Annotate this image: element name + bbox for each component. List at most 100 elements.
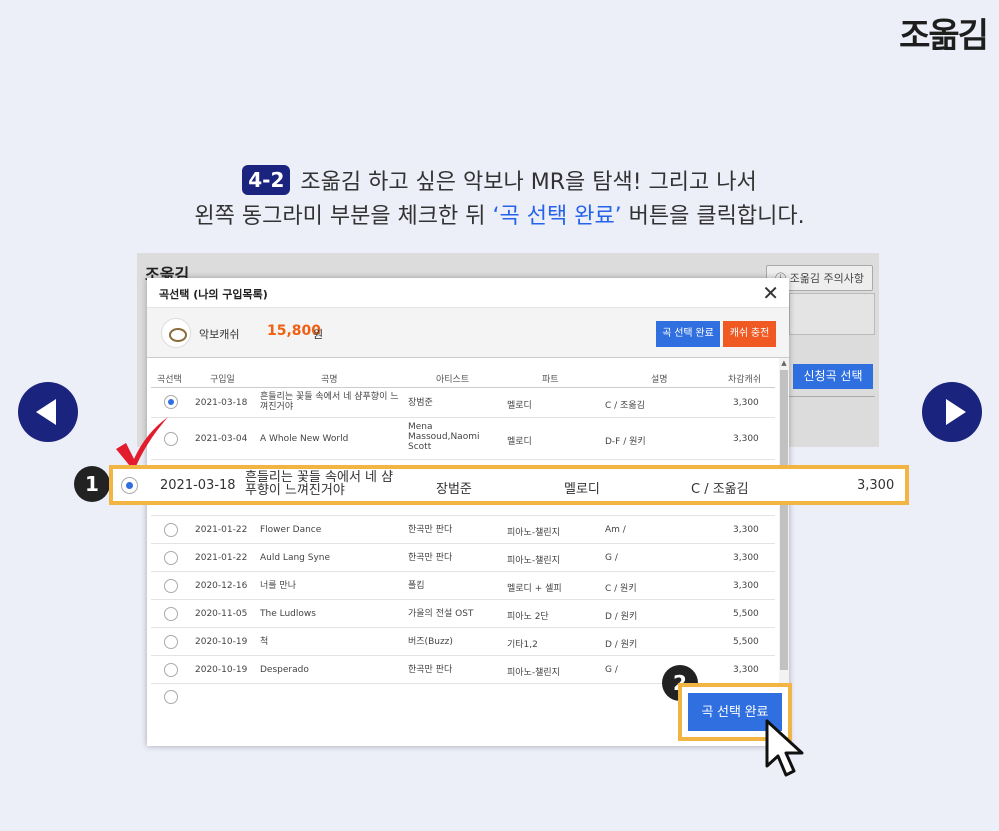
- table-row[interactable]: 2020-10-19 척 버즈(Buzz) 기타1,2 D / 원키 5,500: [151, 628, 775, 656]
- instruction-text: 4-2 조옮김 하고 싶은 악보나 MR을 탐색! 그리고 나서 왼쪽 동그라미 …: [0, 165, 999, 234]
- scroll-thumb[interactable]: [780, 370, 788, 670]
- selected-row-callout[interactable]: 2021-03-18 흔들리는 꽃들 속에서 네 샴푸향이 느껴진거야 장범준 …: [109, 465, 909, 505]
- column-header-price: 차감캐쉬: [728, 375, 762, 385]
- song-part: 멜로디 + 셀피: [507, 584, 562, 594]
- song-radio-button[interactable]: [164, 395, 178, 409]
- song-radio-button[interactable]: [121, 477, 138, 494]
- song-radio-button[interactable]: [164, 635, 178, 649]
- column-header-title: 곡명: [321, 375, 338, 385]
- coin-icon: [161, 318, 191, 348]
- purchase-date: 2020-10-19: [195, 637, 248, 647]
- step-1-badge: 1: [74, 466, 110, 502]
- song-artist: 가을의 전설 OST: [408, 609, 474, 619]
- song-part: 기타1,2: [507, 640, 538, 650]
- song-desc: Am /: [605, 525, 626, 535]
- purchase-date: 2021-01-22: [195, 525, 248, 535]
- prev-slide-arrow-icon[interactable]: [18, 382, 78, 442]
- song-artist: 한곡만 판다: [408, 525, 453, 535]
- callout-date: 2021-03-18: [160, 478, 236, 493]
- next-slide-arrow-icon[interactable]: [922, 382, 982, 442]
- instruction-line-1-text: 조옮김 하고 싶은 악보나 MR을 탐색! 그리고 나서: [300, 170, 757, 195]
- song-part: 멜로디: [507, 401, 532, 411]
- song-desc: D / 원키: [605, 612, 638, 622]
- purchase-date: 2020-10-19: [195, 665, 248, 675]
- instruction-line-2-after: 버튼을 클릭합니다.: [621, 204, 805, 229]
- mouse-cursor-icon: [765, 719, 804, 777]
- song-desc: C / 원키: [605, 584, 637, 594]
- song-artist: 한곡만 판다: [408, 665, 453, 675]
- song-price: 3,300: [733, 553, 759, 563]
- cash-bar: 악보캐쉬 15,800 원 곡 선택 완료 캐쉬 충전: [147, 308, 789, 358]
- song-title: 너를 만나: [260, 581, 296, 591]
- song-radio-button[interactable]: [164, 690, 178, 704]
- table-row[interactable]: 2020-12-16 너를 만나 폴킴 멜로디 + 셀피 C / 원키 3,30…: [151, 572, 775, 600]
- cash-unit: 원: [313, 328, 324, 341]
- column-header-artist: 아티스트: [436, 375, 470, 385]
- column-header-select: 곡선택: [157, 375, 182, 385]
- background-input-box: [789, 293, 875, 335]
- song-price: 5,500: [733, 637, 759, 647]
- cash-label: 악보캐쉬: [199, 328, 240, 341]
- song-artist: Mena Massoud,Naomi Scott: [408, 422, 480, 452]
- close-icon[interactable]: ✕: [762, 281, 779, 305]
- song-title: 흔들리는 꽃들 속에서 네 샴푸향이 느껴진거야: [260, 392, 399, 412]
- callout-desc: C / 조옮김: [691, 482, 749, 497]
- instruction-highlight: ‘곡 선택 완료’: [492, 204, 622, 229]
- song-desc: D / 원키: [605, 640, 638, 650]
- purchase-date: 2020-11-05: [195, 609, 248, 619]
- song-desc: C / 조옮김: [605, 401, 645, 411]
- purchase-date: 2021-03-04: [195, 434, 248, 444]
- song-desc: G /: [605, 553, 618, 563]
- table-row[interactable]: 2021-03-04 A Whole New World Mena Massou…: [151, 418, 775, 460]
- table-row[interactable]: 2021-01-22 Flower Dance 한곡만 판다 피아노-챌린지 A…: [151, 516, 775, 544]
- table-header: 곡선택 구입일 곡명 아티스트 파트 설명 차감캐쉬: [151, 366, 775, 388]
- song-price: 5,500: [733, 609, 759, 619]
- song-radio-button[interactable]: [164, 607, 178, 621]
- table-row[interactable]: 2021-03-18 흔들리는 꽃들 속에서 네 샴푸향이 느껴진거야 장범준 …: [151, 388, 775, 418]
- background-divider: [789, 396, 875, 397]
- song-price: 3,300: [733, 581, 759, 591]
- callout-artist: 장범준: [436, 482, 472, 497]
- column-header-date: 구입일: [210, 375, 235, 385]
- song-artist: 한곡만 판다: [408, 553, 453, 563]
- song-radio-button[interactable]: [164, 523, 178, 537]
- instruction-line-1: 4-2 조옮김 하고 싶은 악보나 MR을 탐색! 그리고 나서: [0, 165, 999, 200]
- select-request-song-button[interactable]: 신청곡 선택: [793, 364, 873, 389]
- song-radio-button[interactable]: [164, 551, 178, 565]
- song-part: 멜로디: [507, 437, 532, 447]
- song-title: Auld Lang Syne: [260, 553, 331, 563]
- column-header-part: 파트: [542, 375, 559, 385]
- purchase-date: 2021-03-18: [195, 398, 248, 408]
- song-price: 3,300: [733, 525, 759, 535]
- song-part: 피아노 2단: [507, 612, 549, 622]
- song-part: 피아노-챌린지: [507, 668, 560, 678]
- song-desc: D-F / 원키: [605, 437, 646, 447]
- scroll-up-icon[interactable]: ▲: [779, 358, 789, 368]
- purchase-table: 곡선택 구입일 곡명 아티스트 파트 설명 차감캐쉬 2021-03-18 흔들…: [151, 366, 775, 704]
- song-artist: 장범준: [408, 398, 433, 408]
- song-artist: 폴킴: [408, 581, 425, 591]
- table-row[interactable]: 2020-11-05 The Ludlows 가을의 전설 OST 피아노 2단…: [151, 600, 775, 628]
- instruction-line-2: 왼쪽 동그라미 부분을 체크한 뒤 ‘곡 선택 완료’ 버튼을 클릭합니다.: [0, 200, 999, 234]
- brand-logo: 조옮김: [899, 16, 989, 56]
- song-radio-button[interactable]: [164, 579, 178, 593]
- charge-cash-button[interactable]: 캐쉬 충전: [723, 321, 776, 347]
- table-row[interactable]: 2021-01-22 Auld Lang Syne 한곡만 판다 피아노-챌린지…: [151, 544, 775, 572]
- callout-title: 흔들리는 꽃들 속에서 네 샴푸향이 느껴진거야: [245, 470, 394, 498]
- modal-title: 곡선택 (나의 구입목록): [159, 288, 268, 301]
- purchase-date: 2021-01-22: [195, 553, 248, 563]
- song-price: 3,300: [733, 665, 759, 675]
- song-artist: 버즈(Buzz): [408, 637, 453, 647]
- callout-price: 3,300: [857, 478, 895, 493]
- modal-header: 곡선택 (나의 구입목록) ✕: [147, 278, 789, 308]
- song-desc: G /: [605, 665, 618, 675]
- step-badge: 4-2: [242, 165, 291, 195]
- song-radio-button[interactable]: [164, 663, 178, 677]
- purchase-date: 2020-12-16: [195, 581, 248, 591]
- column-header-desc: 설명: [651, 375, 668, 385]
- song-part: 피아노-챌린지: [507, 556, 560, 566]
- callout-part: 멜로디: [564, 482, 600, 497]
- complete-selection-button[interactable]: 곡 선택 완료: [656, 321, 720, 347]
- song-part: 피아노-챌린지: [507, 528, 560, 538]
- song-title: Flower Dance: [260, 525, 322, 535]
